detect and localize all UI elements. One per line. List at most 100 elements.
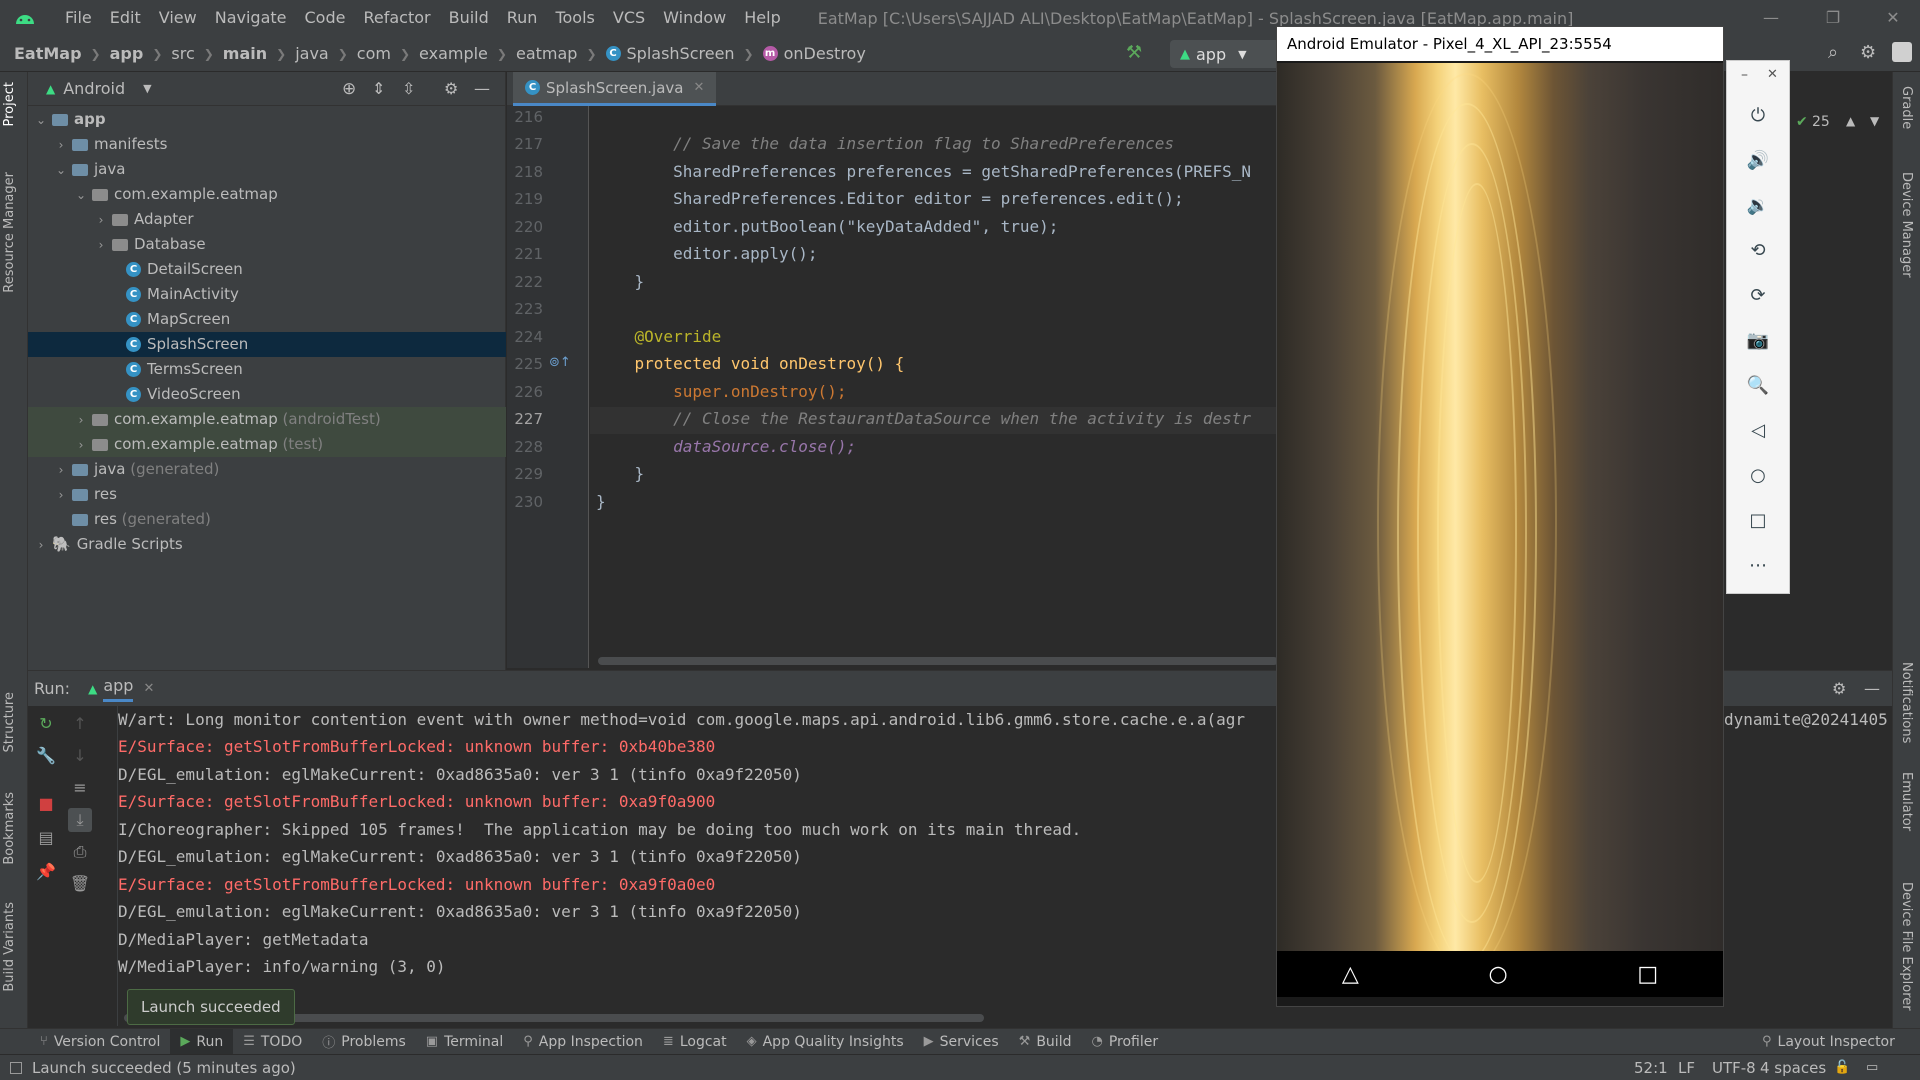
emulator-screen[interactable] <box>1277 63 1723 987</box>
project-view-select[interactable]: Android <box>63 79 125 98</box>
tab-splashscreen-java[interactable]: C SplashScreen.java ✕ <box>513 72 717 106</box>
hide-panel-icon[interactable]: — <box>1864 679 1880 698</box>
volume-down-icon[interactable]: 🔉 <box>1745 193 1771 219</box>
layout-icon[interactable]: ▤ <box>34 826 58 850</box>
menu-code[interactable]: Code <box>296 0 355 36</box>
chevron-down-icon[interactable]: ▼ <box>1870 114 1879 128</box>
power-icon[interactable]: ⏻ <box>1745 103 1771 129</box>
tool-layout-inspector[interactable]: ⚲ Layout Inspector <box>1752 1029 1905 1055</box>
tab-resource-manager[interactable]: Resource Manager <box>2 172 17 293</box>
expand-all-icon[interactable]: ⇕ <box>372 79 385 98</box>
tool-logcat[interactable]: ≣ Logcat <box>653 1029 737 1055</box>
tab-structure[interactable]: Structure <box>2 692 17 752</box>
line-separator[interactable]: LF <box>1678 1059 1695 1077</box>
lock-icon[interactable]: 🔓 <box>1834 1060 1850 1075</box>
run-settings-gear-icon[interactable]: ⚙ <box>1832 679 1846 698</box>
horizontal-scrollbar[interactable] <box>598 657 1277 665</box>
menu-run[interactable]: Run <box>498 0 547 36</box>
menu-file[interactable]: File <box>56 0 101 36</box>
breadcrumb-item[interactable]: example <box>419 44 488 63</box>
tool-problems[interactable]: ⓘ Problems <box>312 1029 416 1055</box>
panel-toggle-icon[interactable] <box>10 1061 22 1074</box>
menu-tools[interactable]: Tools <box>546 0 603 36</box>
avatar[interactable] <box>1892 42 1912 62</box>
menu-edit[interactable]: Edit <box>101 0 150 36</box>
collapse-all-icon[interactable]: ⇳ <box>402 79 415 98</box>
caret-position[interactable]: 52:1 <box>1634 1059 1668 1077</box>
memory-indicator-icon[interactable]: ▭ <box>1866 1060 1878 1075</box>
nav-recents-icon[interactable]: □ <box>1637 962 1658 987</box>
back-icon[interactable]: ◁ <box>1745 418 1771 444</box>
gear-icon[interactable]: ⚙ <box>444 79 458 98</box>
stop-icon[interactable]: ■ <box>34 792 58 816</box>
tree-node-videoscreen[interactable]: C VideoScreen <box>28 382 506 407</box>
tree-node-res-generated[interactable]: res (generated) <box>28 507 506 532</box>
tool-profiler[interactable]: ◔ Profiler <box>1081 1029 1168 1055</box>
rotate-left-icon[interactable]: ⟲ <box>1745 238 1771 264</box>
tree-node-termsscreen[interactable]: C TermsScreen <box>28 357 506 382</box>
tree-node-mainactivity[interactable]: C MainActivity <box>28 282 506 307</box>
nav-home-icon[interactable]: ○ <box>1488 962 1507 987</box>
inspection-ok-icon[interactable]: ✔ <box>1796 114 1808 130</box>
breadcrumb-item[interactable]: java <box>295 44 329 63</box>
breadcrumb-item[interactable]: main <box>223 44 267 63</box>
tree-node-java[interactable]: ⌄ java <box>28 157 506 182</box>
run-tab-app[interactable]: app <box>103 676 134 702</box>
emu-minimize-icon[interactable]: – <box>1741 67 1748 83</box>
menu-view[interactable]: View <box>150 0 206 36</box>
soft-wrap-icon[interactable]: ≡ <box>68 776 92 800</box>
breadcrumb-item[interactable]: EatMap <box>14 44 82 63</box>
hide-icon[interactable]: — <box>474 79 490 98</box>
rotate-right-icon[interactable]: ⟳ <box>1745 283 1771 309</box>
locate-icon[interactable]: ⊕ <box>342 79 356 99</box>
settings-gear-icon[interactable]: ⚙ <box>1860 42 1876 63</box>
breadcrumb-item[interactable]: com <box>357 44 391 63</box>
code-editor[interactable]: // Save the data insertion flag to Share… <box>590 106 1277 668</box>
breadcrumb-item[interactable]: onDestroy <box>784 44 866 63</box>
tool-app-inspection[interactable]: ⚲ App Inspection <box>513 1029 653 1055</box>
tree-node-mapscreen[interactable]: C MapScreen <box>28 307 506 332</box>
tree-node-manifests[interactable]: › manifests <box>28 132 506 157</box>
tree-node-app[interactable]: ⌄ app <box>28 107 506 132</box>
camera-icon[interactable]: 📷 <box>1745 328 1771 354</box>
home-icon[interactable]: ○ <box>1745 463 1771 489</box>
override-marker-icon[interactable]: ⊚↑ <box>549 355 571 370</box>
breadcrumb-item[interactable]: src <box>171 44 194 63</box>
tree-node-database[interactable]: › Database <box>28 232 506 257</box>
file-encoding[interactable]: UTF-8 <box>1712 1059 1756 1077</box>
tree-node-detailscreen[interactable]: C DetailScreen <box>28 257 506 282</box>
run-config-select[interactable]: ▲ app ▼ <box>1170 40 1292 68</box>
tool-app-quality-insights[interactable]: ◈ App Quality Insights <box>737 1029 914 1055</box>
tool-terminal[interactable]: ▣ Terminal <box>416 1029 513 1055</box>
emu-close-icon[interactable]: ✕ <box>1767 67 1778 82</box>
breadcrumb-item[interactable]: SplashScreen <box>627 44 735 63</box>
clear-trash-icon[interactable]: 🗑 <box>68 872 92 896</box>
warnings-count[interactable]: 25 <box>1812 114 1830 130</box>
breadcrumb-item[interactable]: app <box>110 44 144 63</box>
breadcrumb-item[interactable]: eatmap <box>516 44 577 63</box>
tree-node-java-generated[interactable]: › java (generated) <box>28 457 506 482</box>
close-tab-icon[interactable]: ✕ <box>694 80 705 95</box>
tool-todo[interactable]: ☰ TODO <box>233 1029 312 1055</box>
tool-build[interactable]: ⚒ Build <box>1009 1029 1082 1055</box>
indent-setting[interactable]: 4 spaces <box>1760 1059 1826 1077</box>
print-icon[interactable]: ⎙ <box>68 840 92 864</box>
rerun-icon[interactable]: ↻ <box>34 712 58 736</box>
tree-node-package[interactable]: ⌄ com.example.eatmap <box>28 182 506 207</box>
menu-help[interactable]: Help <box>735 0 789 36</box>
tree-node-gradle-scripts[interactable]: › 🐘 Gradle Scripts <box>28 532 506 557</box>
menu-vcs[interactable]: VCS <box>604 0 654 36</box>
tree-node-adapter[interactable]: › Adapter <box>28 207 506 232</box>
overview-icon[interactable]: □ <box>1745 508 1771 534</box>
nav-back-icon[interactable]: △ <box>1342 962 1359 987</box>
tree-node-test[interactable]: › com.example.eatmap (test) <box>28 432 506 457</box>
more-icon[interactable]: ⋯ <box>1745 553 1771 579</box>
volume-up-icon[interactable]: 🔊 <box>1745 148 1771 174</box>
tab-notifications[interactable]: Notifications <box>1899 662 1914 743</box>
tab-emulator[interactable]: Emulator <box>1899 772 1914 831</box>
scroll-up-icon[interactable]: ↑ <box>68 712 92 736</box>
tab-device-manager[interactable]: Device Manager <box>1899 172 1914 278</box>
tool-services[interactable]: ▶ Services <box>914 1029 1009 1055</box>
search-icon[interactable]: ⌕ <box>1828 42 1838 63</box>
restore-icon[interactable]: ❐ <box>1810 0 1856 36</box>
